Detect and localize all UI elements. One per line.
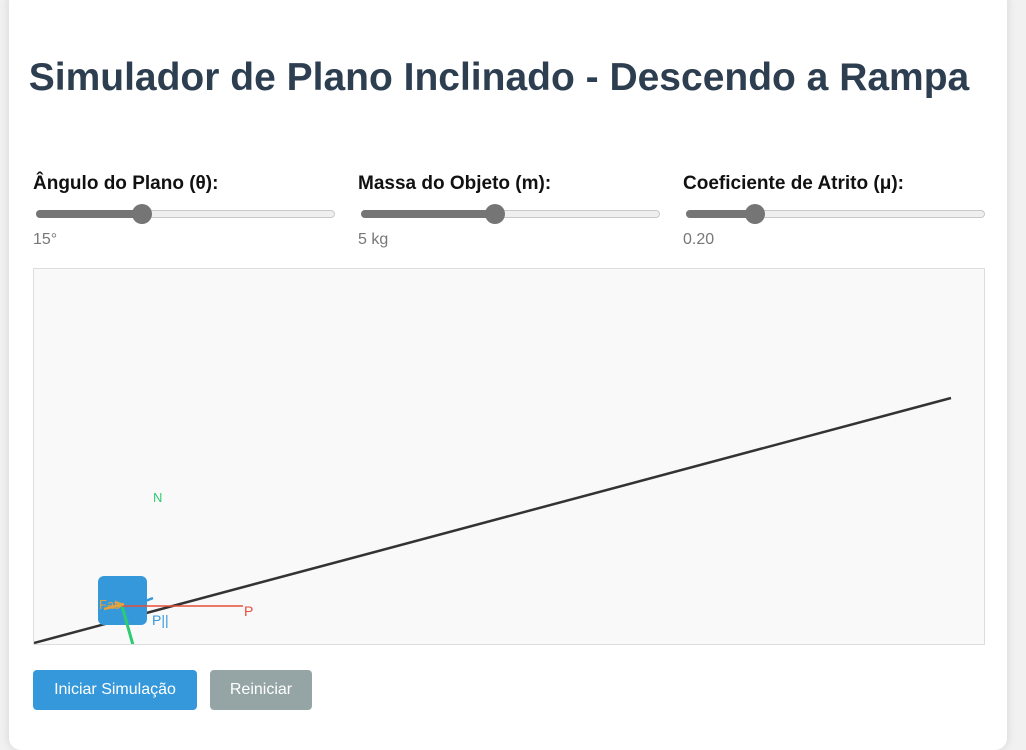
friction-value: 0.20	[683, 231, 715, 248]
friction-slider[interactable]	[683, 204, 985, 224]
weight-force-label: P	[244, 603, 253, 619]
mass-value: 5 kg	[358, 231, 389, 248]
simulation-drawing: N Fat P|| P	[34, 396, 952, 644]
mass-slider-thumb[interactable]	[484, 204, 505, 224]
parallel-weight-label: P||	[152, 612, 169, 628]
mass-slider[interactable]	[358, 204, 660, 224]
friction-force-label: Fat	[99, 597, 118, 612]
page-title: Simulador de Plano Inclinado - Descendo …	[28, 56, 970, 99]
angle-label: Ângulo do Plano (θ):	[33, 173, 219, 194]
friction-slider-thumb[interactable]	[745, 204, 766, 224]
friction-control: Coeficiente de Atrito (μ): 0.20	[683, 173, 988, 249]
mass-control: Massa do Objeto (m): 5 kg	[358, 173, 663, 249]
angle-value: 15°	[33, 231, 58, 248]
simulation-canvas: N Fat P|| P	[33, 268, 985, 645]
start-simulation-button[interactable]: Iniciar Simulação	[33, 670, 197, 710]
angle-slider-fill	[36, 210, 142, 218]
reset-button[interactable]: Reiniciar	[210, 670, 312, 710]
angle-control: Ângulo do Plano (θ): 15°	[33, 173, 338, 249]
mass-slider-fill	[361, 210, 495, 218]
normal-force-label: N	[153, 490, 162, 505]
mass-label: Massa do Objeto (m):	[358, 173, 552, 194]
friction-label: Coeficiente de Atrito (μ):	[683, 173, 904, 194]
angle-slider-thumb[interactable]	[131, 204, 152, 224]
angle-slider[interactable]	[33, 204, 335, 224]
